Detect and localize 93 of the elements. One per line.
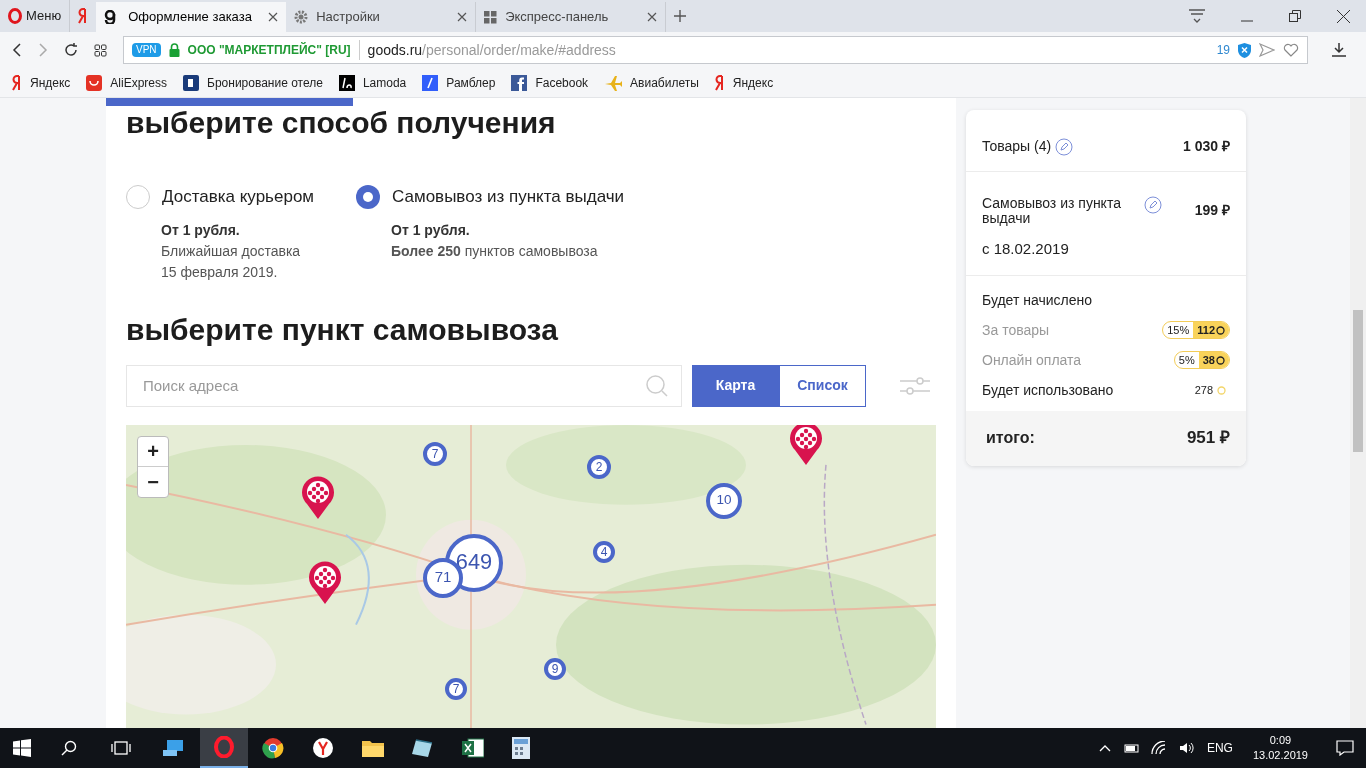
bonus-label: Будет использовано — [982, 380, 1114, 400]
bonus-heading: Будет начислено — [982, 290, 1093, 310]
summary-label: Самовывоз из пункта выдачи — [982, 196, 1122, 226]
site-identity: ООО "МАРКЕТПЛЕЙС" [RU] — [187, 41, 351, 59]
speaker-icon[interactable] — [1178, 741, 1195, 755]
address-search-field[interactable]: Поиск адреса — [126, 364, 682, 407]
grid-icon[interactable] — [94, 43, 107, 57]
close-icon[interactable] — [457, 12, 468, 22]
chevron-up-icon[interactable] — [1098, 744, 1111, 752]
pencil-icon[interactable] — [1144, 196, 1162, 214]
grid-icon — [484, 10, 498, 24]
bonus-label: Онлайн оплата — [982, 350, 1082, 370]
battery-icon[interactable] — [1122, 742, 1139, 754]
close-icon[interactable] — [1337, 9, 1350, 23]
task-view-icon[interactable] — [111, 740, 131, 756]
section-heading: выберите способ получения — [126, 106, 557, 140]
wifi-icon[interactable] — [1150, 741, 1167, 755]
url-text: goods.ru/personal/order/make/#address — [367, 40, 616, 60]
square-logo-icon — [511, 74, 528, 91]
notification-icon[interactable] — [1336, 740, 1354, 756]
map-pin-icon[interactable] — [301, 475, 335, 520]
menu-button[interactable]: Меню — [0, 0, 70, 32]
summary-value: 199 ₽ — [1194, 201, 1230, 220]
square-logo-icon — [338, 74, 355, 91]
lock-icon — [168, 43, 180, 57]
back-icon[interactable] — [12, 43, 22, 57]
coin-icon — [1216, 325, 1225, 335]
delivery-detail: Ближайшая доставка — [161, 241, 302, 261]
radio-button[interactable] — [356, 184, 381, 209]
browser-tab[interactable]: Оформление заказа — [96, 2, 287, 32]
bookmark[interactable]: Рамблер — [422, 73, 496, 92]
scrollbar[interactable] — [1350, 98, 1366, 728]
summary-label: Товары (4) — [982, 137, 1052, 156]
shield-icon[interactable] — [1238, 42, 1251, 58]
browser-logo-icon — [8, 8, 22, 24]
calculator-icon[interactable] — [512, 737, 530, 759]
bookmark[interactable]: Бронирование отеле — [183, 73, 323, 92]
notebook-icon[interactable] — [412, 738, 434, 758]
bookmark[interactable]: Lamoda — [338, 73, 407, 92]
pencil-icon[interactable] — [1055, 137, 1074, 156]
total-value: 951 ₽ — [1186, 427, 1230, 450]
section-heading: выберите пункт самовывоза — [126, 312, 559, 347]
reload-icon[interactable] — [64, 43, 78, 57]
shopping-bag-icon — [86, 74, 103, 91]
price-note: От 1 рубля. — [391, 220, 471, 240]
restore-icon[interactable] — [1289, 10, 1301, 22]
delivery-radio-option[interactable]: Самовывоз из пункта выдачи — [356, 184, 625, 210]
slash-logo-icon — [422, 74, 439, 91]
delivery-detail: Более 250 пунктов самовывоза — [391, 241, 599, 261]
computer-icon[interactable] — [163, 738, 185, 758]
browser-logo-icon[interactable] — [312, 737, 334, 759]
pickup-date: с 18.02.2019 — [982, 239, 1070, 259]
bonus-label: За товары — [982, 320, 1050, 340]
price-note: От 1 рубля. — [161, 220, 241, 240]
heart-icon[interactable] — [1283, 43, 1299, 57]
zoom-out-button[interactable]: − — [138, 466, 168, 497]
coin-icon — [1217, 385, 1226, 395]
start-icon[interactable] — [13, 739, 31, 757]
chrome-icon[interactable] — [262, 737, 284, 759]
delivery-detail: 15 февраля 2019. — [161, 262, 279, 282]
delivery-radio-option[interactable]: Доставка курьером — [126, 184, 315, 210]
bookmark[interactable]: Яндекс — [12, 73, 71, 92]
letter-logo-icon — [714, 74, 725, 91]
letter-logo-icon — [78, 8, 89, 24]
total-label: итого: — [985, 428, 1035, 448]
bookmark[interactable]: Авиабилеты — [604, 73, 699, 92]
map-pin-icon[interactable] — [789, 424, 823, 466]
bookmark[interactable]: AliExpress — [86, 73, 168, 92]
used-points: 278 — [1194, 381, 1230, 399]
view-tab[interactable]: Список — [779, 364, 866, 407]
search-icon[interactable] — [61, 740, 77, 756]
tab-menu-icon[interactable] — [1189, 9, 1205, 23]
close-icon[interactable] — [268, 12, 279, 22]
clock[interactable]: 0:09 13.02.2019 — [1244, 733, 1316, 763]
close-icon[interactable] — [647, 12, 658, 22]
view-tab[interactable]: Карта — [692, 364, 779, 407]
new-tab-icon[interactable] — [674, 10, 687, 22]
square-logo-icon — [183, 74, 200, 91]
bookmark[interactable]: Яндекс — [714, 73, 774, 92]
bookmark[interactable]: Facebook — [511, 73, 589, 92]
summary-value: 1 030 ₽ — [1183, 137, 1230, 156]
gear-icon — [294, 10, 309, 24]
send-icon[interactable] — [1259, 43, 1275, 57]
language-indicator[interactable]: ENG — [1206, 739, 1233, 757]
download-icon[interactable] — [1332, 43, 1346, 57]
map-pin-icon[interactable] — [308, 560, 342, 605]
coin-icon — [1216, 355, 1225, 365]
folder-icon[interactable] — [362, 739, 384, 757]
blocked-count: 19 — [1216, 42, 1230, 59]
address-field[interactable]: VPN ООО "МАРКЕТПЛЕЙС" [RU] goods.ru/personal/order/make/#address 19 — [123, 36, 1308, 64]
letter-logo-icon — [12, 74, 22, 91]
zoom-in-button[interactable]: + — [138, 436, 168, 467]
spreadsheet-icon[interactable] — [462, 738, 484, 758]
